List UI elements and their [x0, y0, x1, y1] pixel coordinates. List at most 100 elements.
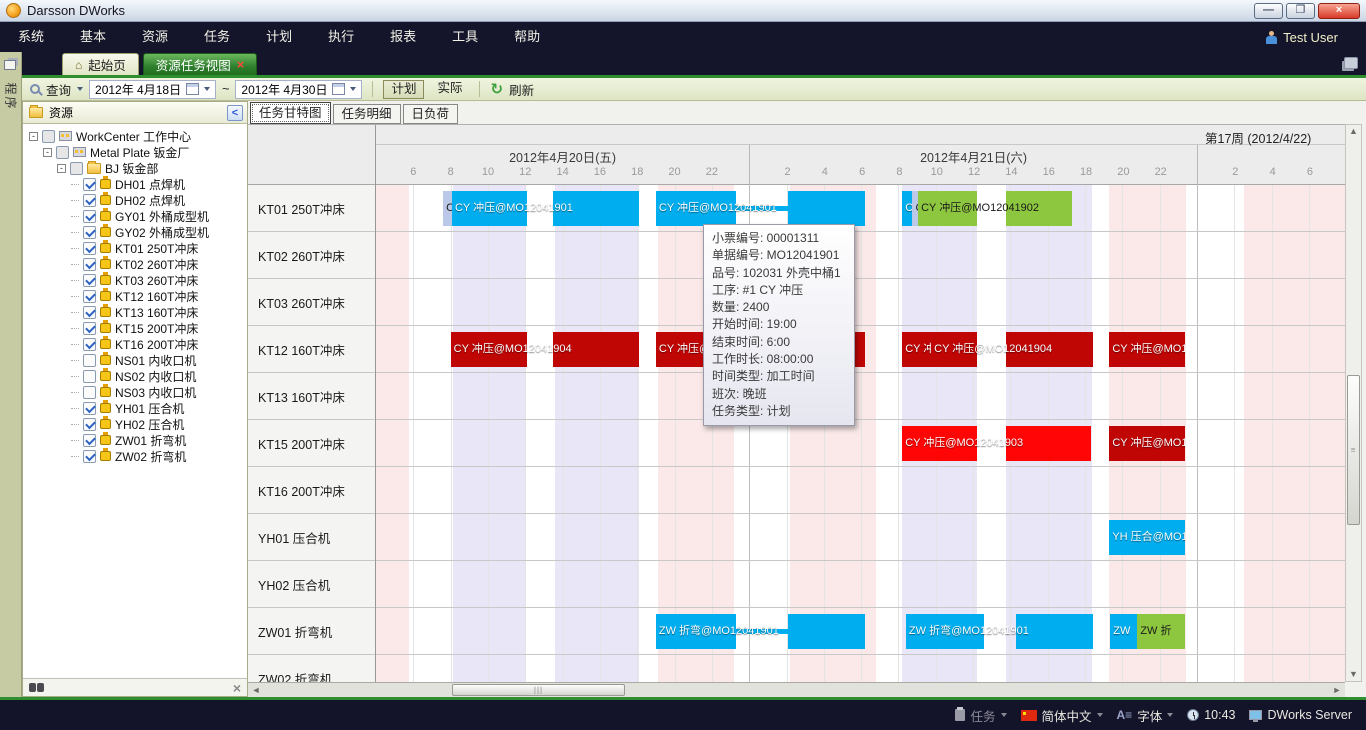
tree-checkbox[interactable]: [83, 386, 96, 399]
gantt-task-bar[interactable]: C: [443, 191, 452, 226]
tab-home[interactable]: ⌂ 起始页: [62, 53, 139, 75]
view-tab-任务明细[interactable]: 任务明细: [333, 104, 401, 124]
status-task-menu[interactable]: 任务: [955, 706, 1006, 725]
restore-button[interactable]: ❐: [1286, 3, 1315, 19]
menu-item-计划[interactable]: 计划: [248, 22, 310, 52]
tree-item[interactable]: GY02 外桶成型机: [25, 224, 247, 240]
tree-checkbox[interactable]: [83, 370, 96, 383]
gantt-task-bar[interactable]: CY 冲压@MO1: [1109, 332, 1185, 367]
tree-checkbox[interactable]: [70, 162, 83, 175]
menu-item-资源[interactable]: 资源: [124, 22, 186, 52]
gantt-task-bar[interactable]: C: [902, 191, 912, 226]
menu-item-报表[interactable]: 报表: [372, 22, 434, 52]
view-tab-日负荷[interactable]: 日负荷: [403, 104, 459, 124]
tree-item[interactable]: DH02 点焊机: [25, 192, 247, 208]
date-from-picker[interactable]: 2012年 4月18日: [89, 80, 216, 99]
tree-item[interactable]: ZW02 折弯机: [25, 448, 247, 464]
gantt-task-bar[interactable]: CY 冲压@MO12041901: [452, 191, 639, 226]
vertical-scroll-thumb[interactable]: ≡: [1347, 375, 1360, 525]
gantt-task-bar[interactable]: CY 冲: [902, 332, 931, 367]
tree-checkbox[interactable]: [83, 418, 96, 431]
gantt-task-bar[interactable]: ZW 折弯@MO12041901: [906, 614, 1093, 649]
scroll-up-icon[interactable]: ▲: [1346, 125, 1361, 138]
menu-item-帮助[interactable]: 帮助: [496, 22, 558, 52]
tree-item[interactable]: KT02 260T冲床: [25, 256, 247, 272]
gantt-task-bar[interactable]: CY 冲压@MO12041904: [931, 332, 1092, 367]
panel-close-icon[interactable]: ×: [233, 682, 241, 694]
status-font-menu[interactable]: A≡ 字体: [1117, 706, 1174, 725]
tree-item[interactable]: -WorkCenter 工作中心: [25, 128, 247, 144]
tree-item[interactable]: YH02 压合机: [25, 416, 247, 432]
tree-item[interactable]: KT03 260T冲床: [25, 272, 247, 288]
tree-item[interactable]: GY01 外桶成型机: [25, 208, 247, 224]
tree-item[interactable]: KT15 200T冲床: [25, 320, 247, 336]
tree-checkbox[interactable]: [83, 306, 96, 319]
tree-checkbox[interactable]: [83, 226, 96, 239]
tree-item[interactable]: ZW01 折弯机: [25, 432, 247, 448]
tree-item[interactable]: DH01 点焊机: [25, 176, 247, 192]
menu-item-系统[interactable]: 系统: [0, 22, 62, 52]
gantt-task-bar[interactable]: YH 压合@MO1: [1109, 520, 1185, 555]
minimize-button[interactable]: —: [1254, 3, 1283, 19]
actual-toggle-button[interactable]: 实际: [430, 80, 469, 99]
tree-item[interactable]: NS03 内收口机: [25, 384, 247, 400]
tree-expander-icon[interactable]: -: [43, 148, 52, 157]
tree-item[interactable]: KT13 160T冲床: [25, 304, 247, 320]
tree-checkbox[interactable]: [56, 146, 69, 159]
tree-checkbox[interactable]: [83, 450, 96, 463]
gantt-task-bar[interactable]: CY 冲压@MO12041904: [451, 332, 639, 367]
tree-checkbox[interactable]: [42, 130, 55, 143]
tree-expander-icon[interactable]: -: [57, 164, 66, 173]
tree-item[interactable]: NS02 内收口机: [25, 368, 247, 384]
menu-item-执行[interactable]: 执行: [310, 22, 372, 52]
gantt-task-bar[interactable]: ZW 折弯@MO12041901: [656, 614, 865, 649]
tree-checkbox[interactable]: [83, 290, 96, 303]
side-strip-label[interactable]: 程序: [3, 83, 20, 119]
user-box[interactable]: Test User: [1266, 30, 1366, 45]
scroll-right-icon[interactable]: ►: [1331, 684, 1343, 697]
refresh-button[interactable]: 刷新: [509, 80, 534, 99]
tree-item[interactable]: KT01 250T冲床: [25, 240, 247, 256]
menu-item-任务[interactable]: 任务: [186, 22, 248, 52]
close-button[interactable]: ×: [1318, 3, 1360, 19]
tree-checkbox[interactable]: [83, 434, 96, 447]
tree-checkbox[interactable]: [83, 338, 96, 351]
tree-checkbox[interactable]: [83, 354, 96, 367]
menu-item-工具[interactable]: 工具: [434, 22, 496, 52]
view-tab-任务甘特图[interactable]: 任务甘特图: [250, 102, 331, 124]
layout-icon[interactable]: [1344, 57, 1358, 69]
tree-checkbox[interactable]: [83, 242, 96, 255]
gantt-task-bar[interactable]: CY 冲压@MO12041903: [902, 426, 1090, 461]
query-button[interactable]: 查询: [46, 80, 71, 99]
date-to-dropdown-icon[interactable]: [350, 87, 356, 91]
panel-collapse-button[interactable]: <: [227, 105, 243, 121]
tree-checkbox[interactable]: [83, 258, 96, 271]
tree-checkbox[interactable]: [83, 322, 96, 335]
query-dropdown-icon[interactable]: [77, 87, 83, 91]
tree-item[interactable]: NS01 内收口机: [25, 352, 247, 368]
tab-resource-task-view[interactable]: 资源任务视图 ×: [143, 53, 258, 75]
gantt-task-bar[interactable]: CY 冲压@MO1: [1109, 426, 1185, 461]
date-to-picker[interactable]: 2012年 4月30日: [235, 80, 362, 99]
tree-item[interactable]: KT12 160T冲床: [25, 288, 247, 304]
status-language-menu[interactable]: 简体中文: [1021, 706, 1103, 725]
scroll-left-icon[interactable]: ◄: [250, 684, 262, 697]
gantt-task-bar[interactable]: CY 冲压@MO12041902: [918, 191, 1072, 226]
tree-checkbox[interactable]: [83, 402, 96, 415]
vertical-scrollbar[interactable]: ▲ ≡ ▼: [1345, 124, 1362, 682]
date-from-dropdown-icon[interactable]: [204, 87, 210, 91]
gantt-task-bar[interactable]: ZW: [1110, 614, 1137, 649]
windows-stack-icon[interactable]: [4, 60, 16, 70]
tree-expander-icon[interactable]: -: [29, 132, 38, 141]
tree-checkbox[interactable]: [83, 178, 96, 191]
plan-toggle-button[interactable]: 计划: [383, 80, 424, 99]
tab-close-icon[interactable]: ×: [237, 59, 245, 71]
binoculars-icon[interactable]: [29, 683, 44, 692]
tree-checkbox[interactable]: [83, 194, 96, 207]
gantt-task-bar[interactable]: CY 冲压@MO12041901: [656, 191, 865, 226]
tree-item[interactable]: -BJ 钣金部: [25, 160, 247, 176]
horizontal-scrollbar[interactable]: ◄ ||| ►: [248, 682, 1345, 697]
horizontal-scroll-thumb[interactable]: |||: [452, 684, 625, 696]
tree-item[interactable]: -Metal Plate 钣金厂: [25, 144, 247, 160]
tree-checkbox[interactable]: [83, 210, 96, 223]
